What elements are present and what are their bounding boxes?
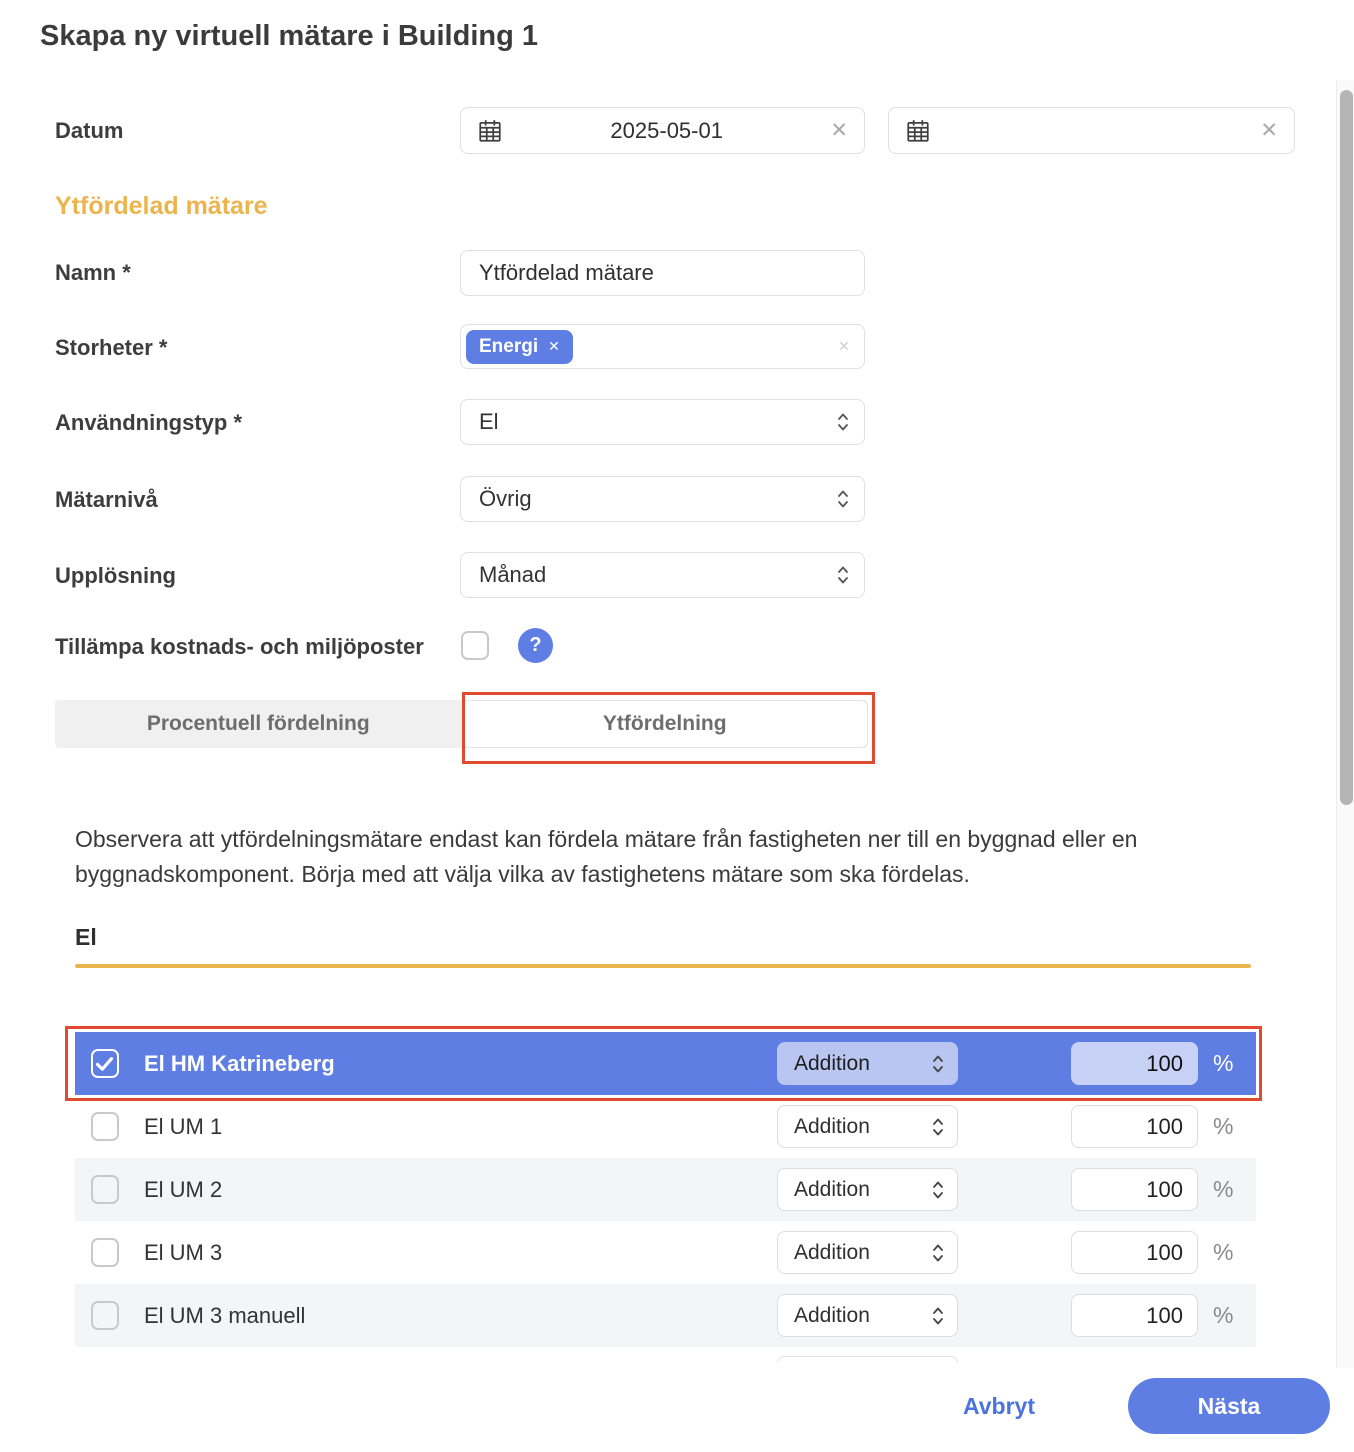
clear-date-icon[interactable]: ✕: [1260, 120, 1278, 141]
quantities-label: Storheter *: [55, 335, 167, 361]
meter-percent-unit: %: [1213, 1302, 1233, 1329]
check-icon: [94, 1053, 115, 1074]
clear-all-icon[interactable]: ✕: [838, 338, 850, 355]
meter-operation-value: Addition: [794, 1241, 870, 1265]
meter-operation-value: Addition: [794, 1052, 870, 1076]
help-icon[interactable]: ?: [518, 628, 553, 663]
date-start-value[interactable]: 2025-05-01: [503, 118, 830, 144]
meter-operation-value: Addition: [794, 1178, 870, 1202]
next-button[interactable]: Nästa: [1128, 1378, 1330, 1434]
resolution-value: Månad: [479, 562, 546, 588]
meter-percent-input[interactable]: [1071, 1294, 1198, 1337]
chevron-up-down-icon: [836, 487, 850, 511]
meter-row[interactable]: El UM 2 Addition %: [75, 1158, 1256, 1221]
group-underline: [75, 964, 1251, 968]
cost-env-checkbox[interactable]: [461, 631, 489, 660]
meter-checkbox[interactable]: [91, 1301, 119, 1330]
name-input[interactable]: [460, 250, 865, 296]
meter-percent-input[interactable]: [1071, 1105, 1198, 1148]
meter-level-value: Övrig: [479, 486, 532, 512]
name-label: Namn *: [55, 260, 131, 286]
chevron-up-down-icon: [836, 563, 850, 587]
meter-percent-unit: %: [1213, 1239, 1233, 1266]
page-title: Skapa ny virtuell mätare i Building 1: [40, 20, 538, 53]
meter-level-select[interactable]: Övrig: [460, 476, 865, 522]
quantity-tag: Energi ✕: [466, 330, 573, 364]
meter-operation-value: Addition: [794, 1115, 870, 1139]
meter-operation-value: Addition: [794, 1304, 870, 1328]
chevron-up-down-icon: [836, 410, 850, 434]
date-end-input[interactable]: ✕: [888, 107, 1295, 154]
tab-ytfordelning[interactable]: Ytfördelning: [462, 700, 869, 748]
chevron-up-down-icon: [931, 1052, 945, 1076]
date-label: Datum: [55, 118, 123, 144]
tab-procentuell-fordelning[interactable]: Procentuell fördelning: [55, 700, 462, 748]
date-start-input[interactable]: 2025-05-01 ✕: [460, 107, 865, 154]
clear-date-icon[interactable]: ✕: [830, 120, 848, 141]
meter-checkbox[interactable]: [91, 1175, 119, 1204]
chevron-up-down-icon: [931, 1178, 945, 1202]
meter-operation-select[interactable]: Addition: [777, 1042, 958, 1085]
resolution-label: Upplösning: [55, 563, 176, 589]
section-heading: Ytfördelad mätare: [55, 192, 268, 221]
meter-group-heading: El: [75, 924, 97, 951]
info-text: Observera att ytfördelningsmätare endast…: [75, 822, 1250, 892]
resolution-select[interactable]: Månad: [460, 552, 865, 598]
meter-row[interactable]: El UM 3 Addition %: [75, 1221, 1256, 1284]
cost-env-label: Tillämpa kostnads- och miljöposter: [55, 634, 424, 660]
quantity-tag-label: Energi: [479, 336, 538, 358]
meter-checkbox[interactable]: [91, 1238, 119, 1267]
distribution-tab-bar: Procentuell fördelning Ytfördelning: [55, 700, 868, 748]
meter-checkbox[interactable]: [91, 1049, 119, 1078]
remove-tag-icon[interactable]: ✕: [548, 338, 560, 355]
quantities-field[interactable]: Energi ✕ ✕: [460, 324, 865, 369]
calendar-icon[interactable]: [477, 118, 503, 144]
meter-operation-select[interactable]: Addition: [777, 1294, 958, 1337]
chevron-up-down-icon: [931, 1304, 945, 1328]
chevron-up-down-icon: [931, 1115, 945, 1139]
partial-next-row: [777, 1356, 958, 1363]
meter-operation-select[interactable]: Addition: [777, 1231, 958, 1274]
meter-percent-unit: %: [1213, 1176, 1233, 1203]
meter-checkbox[interactable]: [91, 1112, 119, 1141]
usage-type-label: Användningstyp *: [55, 410, 242, 436]
meter-percent-input[interactable]: [1071, 1168, 1198, 1211]
meter-percent-input[interactable]: [1071, 1231, 1198, 1274]
meter-row[interactable]: El UM 3 manuell Addition %: [75, 1284, 1256, 1347]
meter-list: El HM Katrineberg Addition % El UM 1 Add…: [75, 1032, 1256, 1362]
calendar-icon[interactable]: [905, 118, 931, 144]
chevron-up-down-icon: [931, 1241, 945, 1265]
scrollbar-thumb[interactable]: [1340, 90, 1353, 805]
usage-type-value: El: [479, 409, 499, 435]
meter-operation-select[interactable]: Addition: [777, 1168, 958, 1211]
meter-percent-unit: %: [1213, 1113, 1233, 1140]
meter-level-label: Mätarnivå: [55, 487, 158, 513]
meter-percent-unit: %: [1213, 1050, 1233, 1077]
meter-percent-input[interactable]: [1071, 1042, 1198, 1085]
meter-row[interactable]: El UM 1 Addition %: [75, 1095, 1256, 1158]
meter-operation-select[interactable]: Addition: [777, 1105, 958, 1148]
create-virtual-meter-dialog: Skapa ny virtuell mätare i Building 1 Da…: [0, 0, 1354, 1452]
meter-row[interactable]: El HM Katrineberg Addition %: [75, 1032, 1256, 1095]
usage-type-select[interactable]: El: [460, 399, 865, 445]
cancel-button[interactable]: Avbryt: [963, 1378, 1035, 1434]
scrollbar-track[interactable]: [1336, 80, 1354, 1368]
